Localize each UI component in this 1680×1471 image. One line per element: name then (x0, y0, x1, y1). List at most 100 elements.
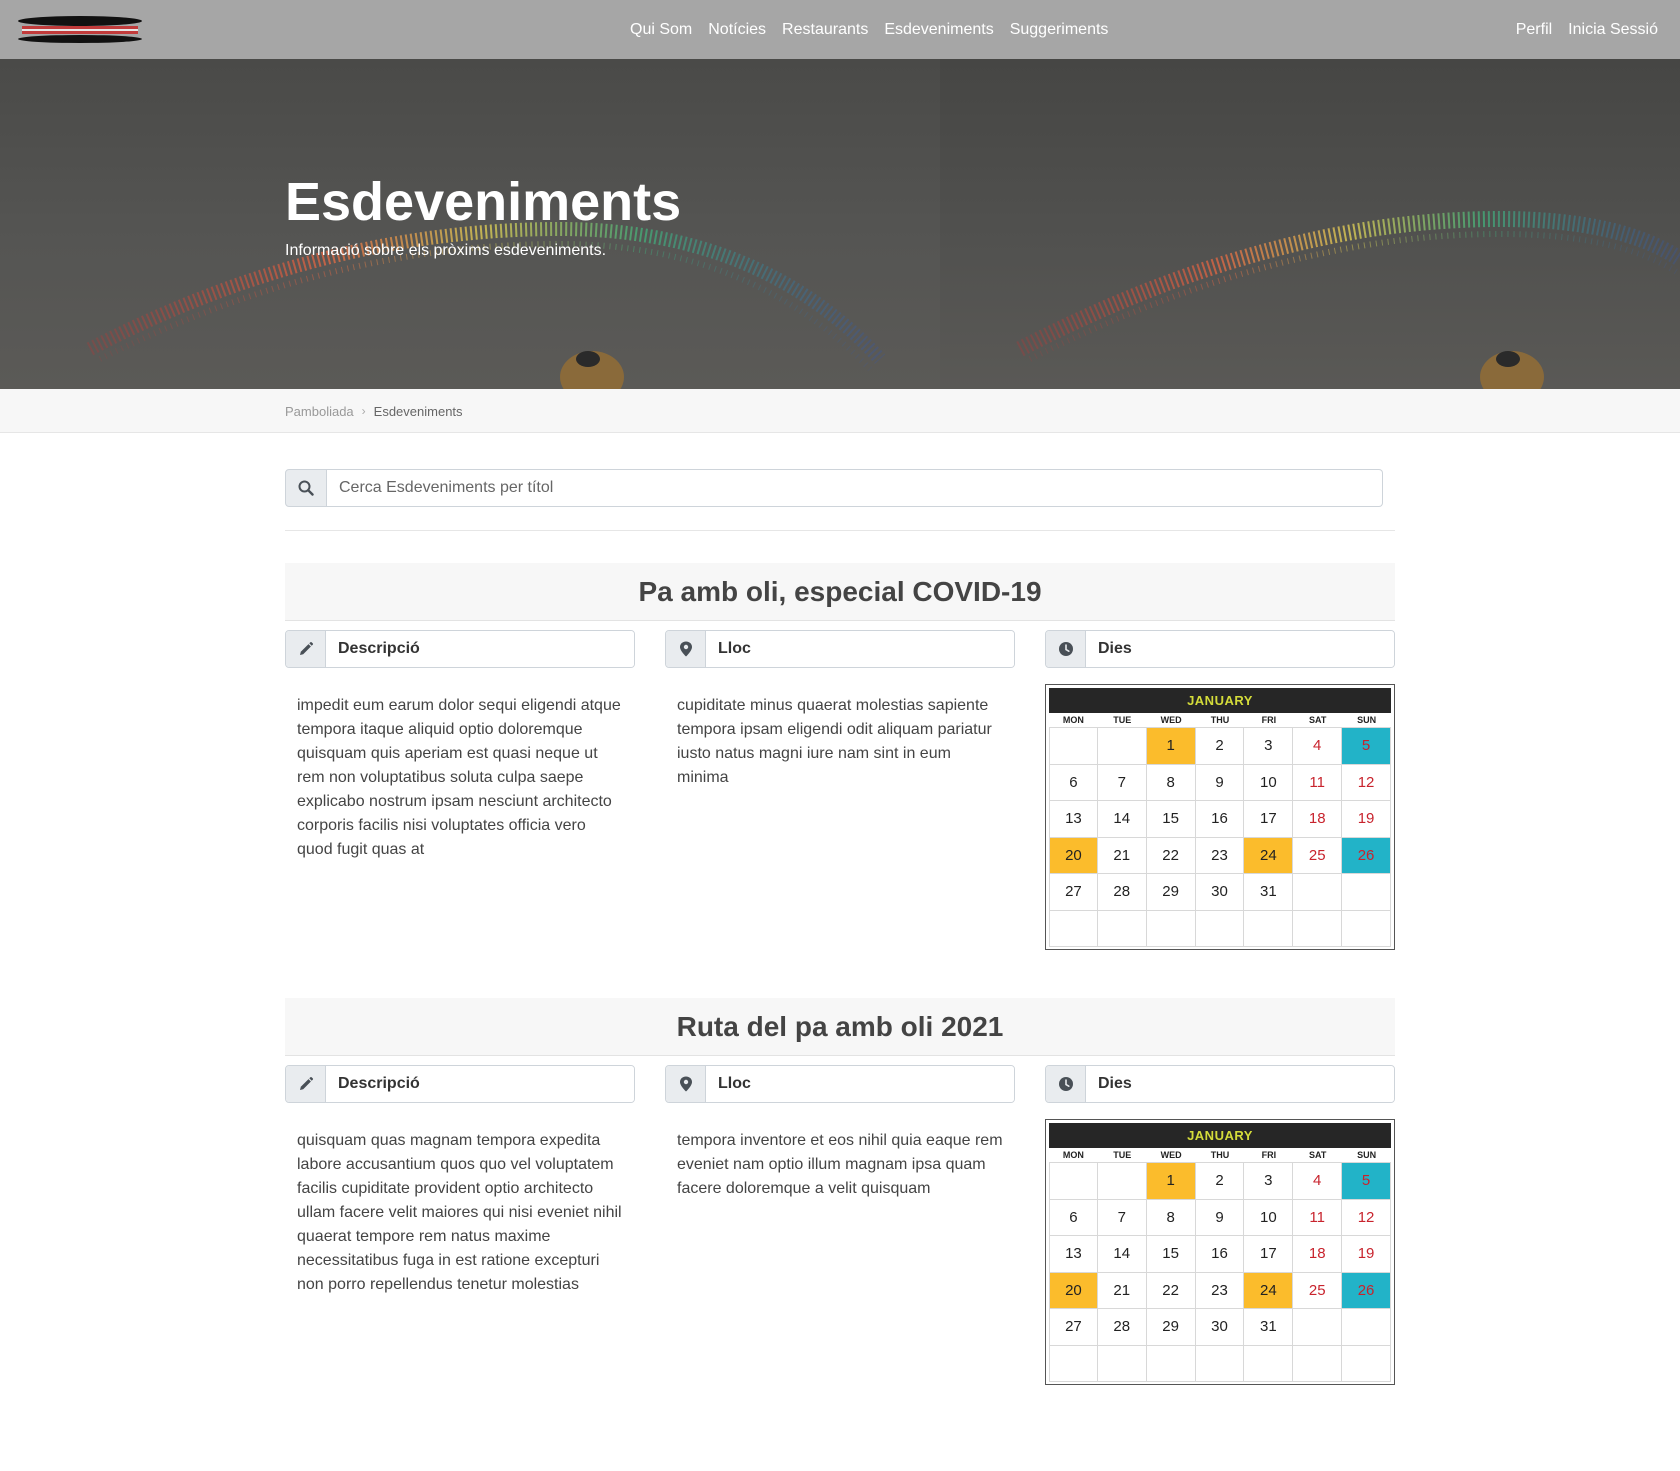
calendar-day[interactable]: 8 (1146, 1199, 1196, 1236)
calendar-empty-cell (1342, 910, 1391, 947)
event-card: Ruta del pa amb oli 2021 Descripció quis… (285, 998, 1395, 1385)
calendar-day[interactable]: 8 (1146, 764, 1196, 801)
calendar-day[interactable]: 17 (1244, 801, 1294, 838)
calendar-day[interactable]: 1 (1146, 728, 1196, 765)
calendar-day[interactable]: 18 (1293, 1236, 1343, 1273)
calendar-day[interactable]: 21 (1097, 1272, 1147, 1309)
nav-noticies[interactable]: Notícies (708, 21, 766, 39)
nav-suggeriments[interactable]: Suggeriments (1010, 21, 1109, 39)
calendar-day[interactable]: 22 (1146, 1272, 1196, 1309)
calendar-weekday: MON (1062, 715, 1084, 725)
calendar-day[interactable]: 2 (1195, 1163, 1245, 1200)
nav-restaurants[interactable]: Restaurants (782, 21, 868, 39)
calendar-day[interactable]: 12 (1342, 1199, 1391, 1236)
search-input[interactable] (327, 469, 1383, 507)
calendar-day[interactable]: 25 (1293, 837, 1343, 874)
description-column: Descripció impedit eum earum dolor sequi… (285, 630, 635, 862)
site-logo[interactable] (16, 14, 144, 46)
calendar-day[interactable]: 26 (1342, 837, 1391, 874)
calendar-day[interactable]: 11 (1293, 764, 1343, 801)
calendar-day[interactable]: 9 (1195, 1199, 1245, 1236)
days-label: Dies (1086, 631, 1394, 667)
description-header: Descripció (285, 630, 635, 668)
calendar-empty-cell (1097, 728, 1147, 765)
calendar-day[interactable]: 27 (1049, 1309, 1098, 1346)
calendar-day[interactable]: 10 (1244, 764, 1294, 801)
search-icon[interactable] (285, 469, 327, 507)
days-label: Dies (1086, 1066, 1394, 1102)
calendar-day[interactable]: 13 (1049, 1236, 1098, 1273)
calendar-empty-cell (1293, 1309, 1343, 1346)
calendar-day[interactable]: 24 (1244, 1272, 1294, 1309)
calendar-day[interactable]: 9 (1195, 764, 1245, 801)
breadcrumb-current: Esdeveniments (373, 403, 463, 419)
calendar-weekday: THU (1210, 1150, 1230, 1160)
calendar-day[interactable]: 19 (1342, 801, 1391, 838)
calendar-day[interactable]: 16 (1195, 801, 1245, 838)
nav-esdeveniments[interactable]: Esdeveniments (884, 21, 993, 39)
calendar-day[interactable]: 29 (1146, 1309, 1196, 1346)
calendar-day[interactable]: 12 (1342, 764, 1391, 801)
calendar-day[interactable]: 19 (1342, 1236, 1391, 1273)
days-header: Dies (1045, 1065, 1395, 1103)
calendar-day[interactable]: 15 (1146, 801, 1196, 838)
calendar-empty-cell (1146, 1345, 1196, 1382)
calendar-day[interactable]: 29 (1146, 874, 1196, 911)
calendar-day[interactable]: 21 (1097, 837, 1147, 874)
calendar-day[interactable]: 5 (1342, 1163, 1391, 1200)
calendar-day[interactable]: 3 (1244, 728, 1294, 765)
calendar-day[interactable]: 30 (1195, 1309, 1245, 1346)
calendar-empty-cell (1049, 1345, 1098, 1382)
calendar-day[interactable]: 23 (1195, 837, 1245, 874)
calendar-day[interactable]: 4 (1293, 1163, 1343, 1200)
calendar-day[interactable]: 13 (1049, 801, 1098, 838)
calendar-day[interactable]: 14 (1097, 1236, 1147, 1273)
place-label: Lloc (706, 631, 1014, 667)
calendar-day[interactable]: 4 (1293, 728, 1343, 765)
breadcrumb: Pamboliada › Esdeveniments (0, 389, 1680, 433)
pencil-icon (286, 1066, 326, 1102)
nav-login[interactable]: Inicia Sessió (1568, 21, 1658, 39)
calendar-weekday: WED (1160, 1150, 1182, 1160)
nav-qui-som[interactable]: Qui Som (630, 21, 692, 39)
calendar-day[interactable]: 28 (1097, 1309, 1147, 1346)
calendar-day[interactable]: 24 (1244, 837, 1294, 874)
calendar-day[interactable]: 26 (1342, 1272, 1391, 1309)
calendar-empty-cell (1293, 1345, 1343, 1382)
calendar-day[interactable]: 18 (1293, 801, 1343, 838)
calendar-day[interactable]: 25 (1293, 1272, 1343, 1309)
calendar-day[interactable]: 14 (1097, 801, 1147, 838)
calendar-day[interactable]: 7 (1097, 764, 1147, 801)
calendar-weekday: FRI (1261, 715, 1277, 725)
calendar-day[interactable]: 6 (1049, 1199, 1098, 1236)
calendar-day[interactable]: 15 (1146, 1236, 1196, 1273)
calendar-empty-cell (1049, 910, 1098, 947)
calendar-empty-cell (1293, 874, 1343, 911)
calendar-weekday: SAT (1309, 1150, 1327, 1160)
calendar-day[interactable]: 30 (1195, 874, 1245, 911)
event-title: Ruta del pa amb oli 2021 (285, 998, 1395, 1056)
calendar-day[interactable]: 7 (1097, 1199, 1147, 1236)
calendar-day[interactable]: 1 (1146, 1163, 1196, 1200)
calendar-day[interactable]: 2 (1195, 728, 1245, 765)
calendar-day[interactable]: 28 (1097, 874, 1147, 911)
calendar-day[interactable]: 17 (1244, 1236, 1294, 1273)
description-text: quisquam quas magnam tempora expedita la… (297, 1132, 622, 1293)
calendar-day[interactable]: 3 (1244, 1163, 1294, 1200)
calendar-day[interactable]: 6 (1049, 764, 1098, 801)
calendar-day[interactable]: 31 (1244, 1309, 1294, 1346)
calendar-day[interactable]: 20 (1049, 837, 1098, 874)
calendar-day[interactable]: 5 (1342, 728, 1391, 765)
nav-perfil[interactable]: Perfil (1516, 21, 1552, 39)
calendar-day[interactable]: 23 (1195, 1272, 1245, 1309)
calendar-day[interactable]: 20 (1049, 1272, 1098, 1309)
breadcrumb-home[interactable]: Pamboliada (285, 404, 354, 419)
calendar-day[interactable]: 27 (1049, 874, 1098, 911)
calendar-day[interactable]: 16 (1195, 1236, 1245, 1273)
calendar-day[interactable]: 10 (1244, 1199, 1294, 1236)
calendar-day[interactable]: 11 (1293, 1199, 1343, 1236)
calendar-day[interactable]: 22 (1146, 837, 1196, 874)
calendar-day[interactable]: 31 (1244, 874, 1294, 911)
calendar-weekday: SUN (1357, 715, 1377, 725)
calendar-empty-cell (1097, 1163, 1147, 1200)
